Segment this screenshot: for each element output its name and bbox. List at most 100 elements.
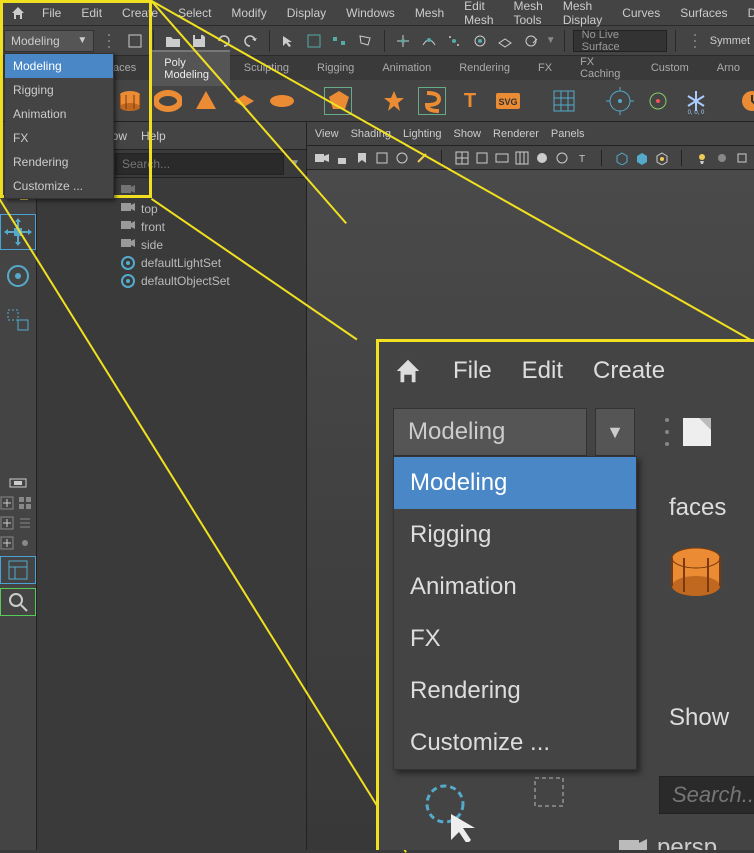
polyhelix-icon[interactable]: [418, 87, 446, 115]
menu-create[interactable]: Create: [112, 2, 168, 24]
zoom-item-fx[interactable]: FX: [394, 613, 636, 665]
vp-text-icon[interactable]: T: [573, 149, 591, 167]
menu-surfaces[interactable]: Surfaces: [670, 2, 737, 24]
grid-icon[interactable]: [550, 87, 578, 115]
shelf-tab-rendering[interactable]: Rendering: [445, 57, 524, 79]
zoom-item-customize[interactable]: Customize ...: [394, 717, 636, 769]
vp-grid-icon[interactable]: [453, 149, 471, 167]
grid-sm-icon[interactable]: [18, 496, 34, 512]
select-comp-icon[interactable]: [329, 30, 351, 52]
menu-modify[interactable]: Modify: [221, 2, 276, 24]
vp-select-cam-icon[interactable]: [313, 149, 331, 167]
redo-icon[interactable]: [239, 30, 261, 52]
vp-reso-icon[interactable]: [513, 149, 531, 167]
polysuper-icon[interactable]: [380, 87, 408, 115]
move-tool-icon[interactable]: [0, 214, 36, 250]
zoom-menu-create[interactable]: Create: [593, 357, 665, 385]
zoom-item-animation[interactable]: Animation: [394, 561, 636, 613]
polytorus-icon[interactable]: [154, 87, 182, 115]
viewport-menu-show[interactable]: Show: [453, 128, 481, 140]
shelf-tab-sculpting[interactable]: Sculpting: [230, 57, 303, 79]
select-icon[interactable]: [277, 30, 299, 52]
workspace-item-animation[interactable]: Animation: [5, 102, 113, 126]
vp-shading-icon[interactable]: [533, 149, 551, 167]
plus-icon[interactable]: [0, 516, 16, 532]
shelf-tab-polymodeling[interactable]: Poly Modeling: [150, 50, 229, 86]
menu-select[interactable]: Select: [168, 2, 221, 24]
freeze-icon[interactable]: [644, 87, 672, 115]
layer-vis-icon[interactable]: [0, 474, 36, 492]
scale-tool-icon[interactable]: [0, 302, 36, 338]
history-icon[interactable]: [738, 87, 754, 115]
menu-editmesh[interactable]: Edit Mesh: [454, 0, 503, 31]
snap-proj-icon[interactable]: [469, 30, 491, 52]
vp-tex-icon[interactable]: [653, 149, 671, 167]
zoom-item-rendering[interactable]: Rendering: [394, 665, 636, 717]
pivot-icon[interactable]: [606, 87, 634, 115]
vp-wireframe-icon[interactable]: [553, 149, 571, 167]
filter-icon[interactable]: [529, 772, 569, 812]
shelf-tab-animation[interactable]: Animation: [368, 57, 445, 79]
snowflake-icon[interactable]: 0, 0, 0: [682, 87, 710, 115]
zoom-shelf-tab-label[interactable]: faces: [669, 494, 726, 522]
save-icon[interactable]: [188, 30, 210, 52]
workspace-item-modeling[interactable]: Modeling: [5, 54, 113, 78]
select-tool-icon[interactable]: [419, 782, 479, 842]
menu-meshtools[interactable]: Mesh Tools: [504, 0, 553, 31]
snap-point-icon[interactable]: [444, 30, 466, 52]
outliner-toggle-icon[interactable]: [0, 556, 36, 584]
lasso-icon[interactable]: [354, 30, 376, 52]
outliner-item[interactable]: side: [37, 236, 306, 254]
snap-curve-icon[interactable]: [418, 30, 440, 52]
dot-sm-icon[interactable]: [18, 536, 34, 552]
polytype-icon[interactable]: T: [456, 87, 484, 115]
outliner-menu-help[interactable]: Help: [141, 129, 166, 143]
shelf-tab-arnold[interactable]: Arno: [703, 57, 754, 79]
vp-2d-pan-icon[interactable]: [393, 149, 411, 167]
zoom-item-modeling[interactable]: Modeling: [394, 457, 636, 509]
viewport-menu-shading[interactable]: Shading: [351, 128, 391, 140]
chevron-down-icon[interactable]: ▼: [595, 408, 635, 456]
menu-mesh[interactable]: Mesh: [405, 2, 454, 24]
viewport-menu-lighting[interactable]: Lighting: [403, 128, 442, 140]
vp-smooth-icon[interactable]: [633, 149, 651, 167]
vp-image-plane-icon[interactable]: [373, 149, 391, 167]
menu-deform[interactable]: Def: [738, 2, 754, 24]
zoom-menu-file[interactable]: File: [453, 357, 492, 385]
outliner-item[interactable]: defaultLightSet: [37, 254, 306, 272]
open-icon[interactable]: [162, 30, 184, 52]
viewport-menu-panels[interactable]: Panels: [551, 128, 585, 140]
zoom-workspace-dropdown[interactable]: Modeling: [393, 408, 587, 456]
list-sm-icon[interactable]: [18, 516, 34, 532]
vp-lock-cam-icon[interactable]: [333, 149, 351, 167]
snap-plane-icon[interactable]: [495, 30, 517, 52]
workspace-item-customize[interactable]: Customize ...: [5, 174, 113, 198]
viewport-menu-view[interactable]: View: [315, 128, 339, 140]
workspace-item-rendering[interactable]: Rendering: [5, 150, 113, 174]
undo-icon[interactable]: [213, 30, 235, 52]
plus-icon[interactable]: [0, 496, 16, 512]
polydisc-icon[interactable]: [230, 87, 258, 115]
shelf-tab-fxcaching[interactable]: FX Caching: [566, 51, 637, 85]
menu-meshdisplay[interactable]: Mesh Display: [553, 0, 612, 31]
polycone-icon[interactable]: [192, 87, 220, 115]
vp-isolate-icon[interactable]: [733, 149, 751, 167]
outliner-item[interactable]: front: [37, 218, 306, 236]
zoom-outliner-item[interactable]: persp: [619, 834, 717, 850]
shelf-tab-fx[interactable]: FX: [524, 57, 566, 79]
polycylinder-icon[interactable]: [116, 87, 144, 115]
viewport-menu-renderer[interactable]: Renderer: [493, 128, 539, 140]
outliner-item[interactable]: top: [37, 200, 306, 218]
menu-display[interactable]: Display: [277, 2, 336, 24]
workspace-item-fx[interactable]: FX: [5, 126, 113, 150]
plus-icon[interactable]: [0, 536, 16, 552]
home-icon[interactable]: [10, 5, 26, 21]
shelf-tab-rigging[interactable]: Rigging: [303, 57, 368, 79]
outliner-item[interactable]: defaultObjectSet: [37, 272, 306, 290]
search-icon[interactable]: [0, 588, 36, 616]
vp-shadow-icon[interactable]: [713, 149, 731, 167]
vp-film-icon[interactable]: [473, 149, 491, 167]
vp-gate-icon[interactable]: [493, 149, 511, 167]
handle-icon[interactable]: [684, 30, 706, 52]
snap-grid-icon[interactable]: [393, 30, 415, 52]
